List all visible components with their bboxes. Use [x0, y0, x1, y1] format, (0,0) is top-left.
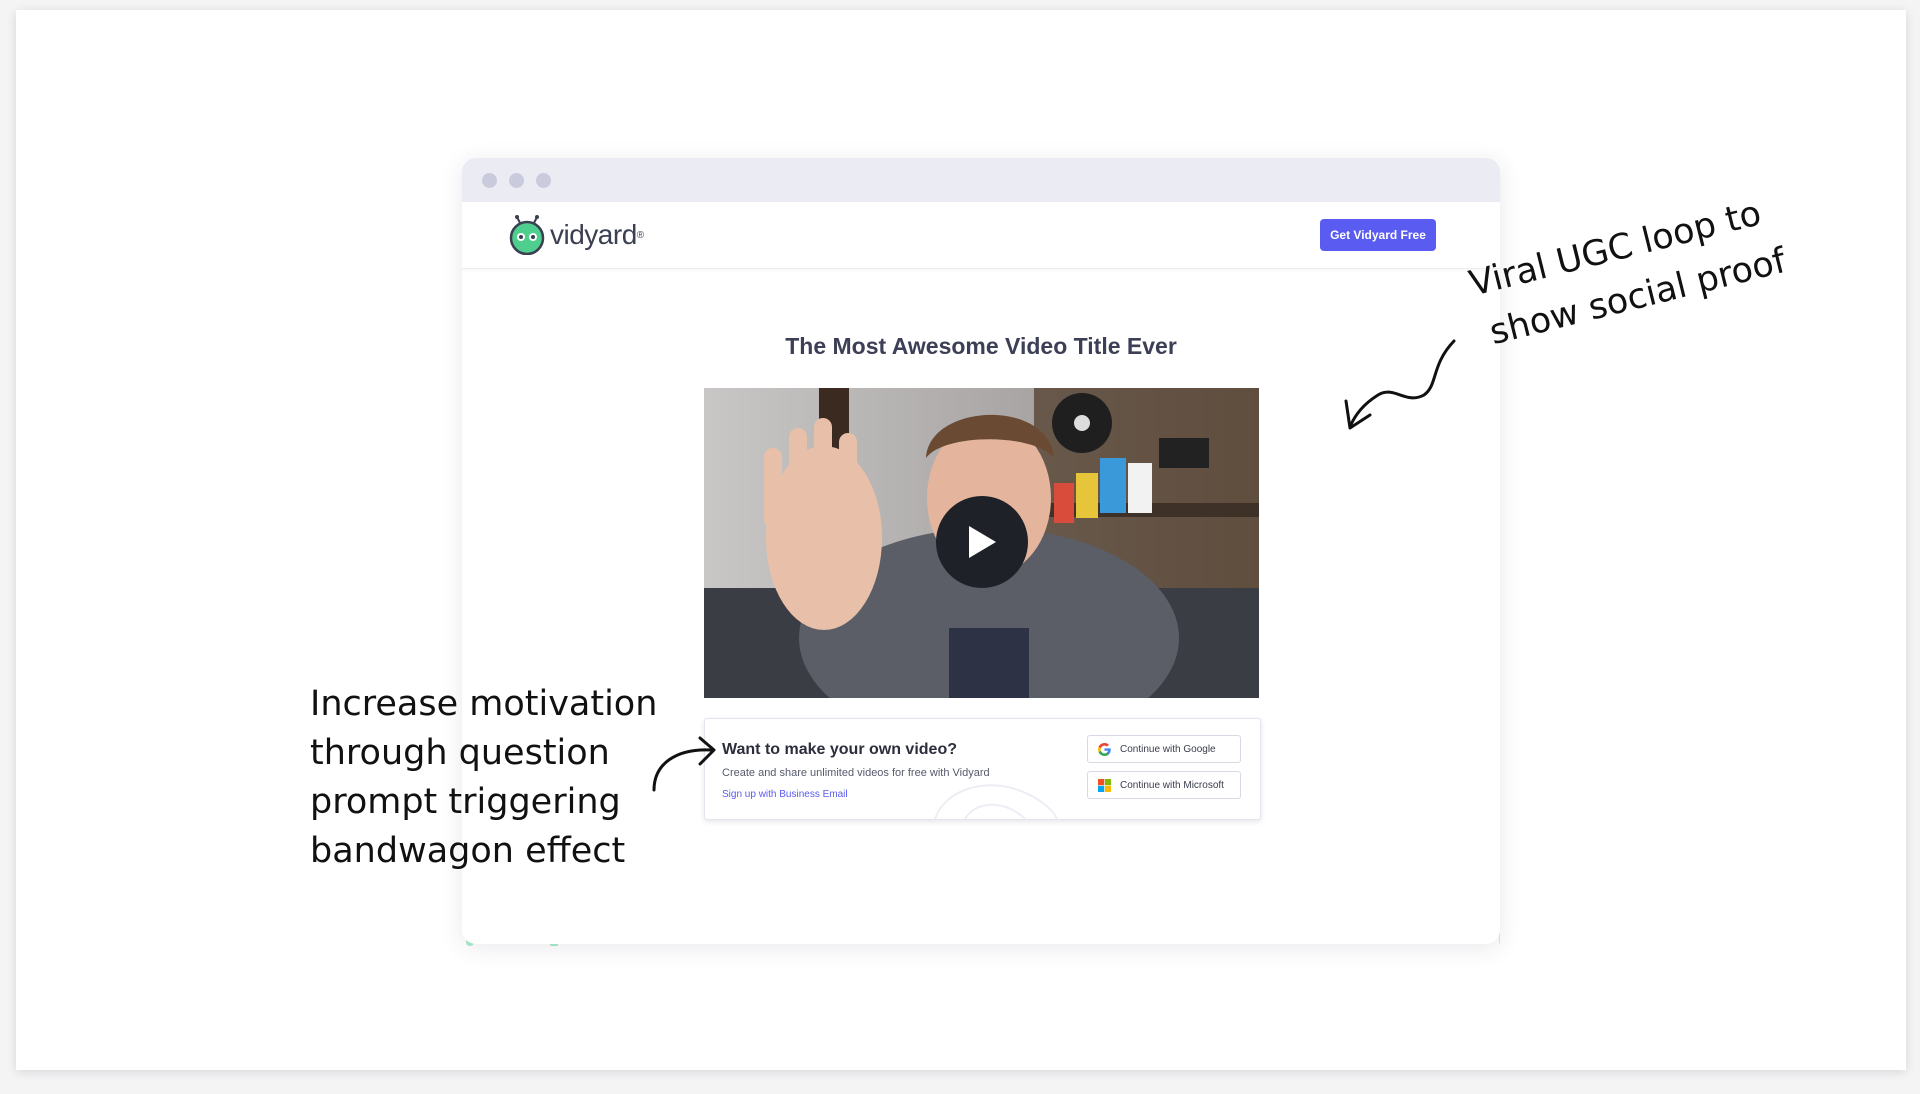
annotation-bandwagon: Increase motivation through question pro… [310, 680, 657, 876]
signup-prompt: Want to make your own video? Create and … [704, 718, 1261, 820]
annotation-line: Increase motivation [310, 684, 658, 724]
prompt-decoration [934, 784, 1058, 819]
window-dot [536, 173, 551, 188]
video-player[interactable] [704, 388, 1259, 698]
registered-mark: ® [636, 229, 645, 241]
arrow-left-annotation [652, 736, 716, 792]
get-vidyard-free-button[interactable]: Get Vidyard Free [1320, 219, 1436, 251]
site-header: vidyard ® Get Vidyard Free [462, 202, 1500, 269]
window-dot [482, 173, 497, 188]
google-icon [1098, 742, 1111, 756]
slide-card: vidyard ® Get Vidyard Free The Most Awes… [16, 10, 1906, 1070]
google-button-label: Continue with Google [1120, 743, 1216, 755]
annotation-viral-ugc: Viral UGC loop to show social proof [1464, 185, 1791, 361]
window-dot [509, 173, 524, 188]
play-icon [969, 526, 996, 558]
microsoft-icon [1098, 778, 1111, 792]
continue-with-microsoft-button[interactable]: Continue with Microsoft [1087, 771, 1241, 799]
browser-titlebar [462, 158, 1500, 202]
vidyard-logo-icon [509, 215, 545, 255]
logo-wordmark: vidyard [550, 219, 637, 250]
microsoft-button-label: Continue with Microsoft [1120, 779, 1224, 791]
prompt-heading: Want to make your own video? [722, 741, 957, 758]
annotation-line: through question [310, 733, 610, 773]
play-button[interactable] [936, 496, 1028, 588]
annotation-line: prompt triggering [310, 782, 621, 822]
vidyard-logo[interactable]: vidyard ® [508, 215, 644, 255]
annotation-line: bandwagon effect [310, 831, 626, 871]
continue-with-google-button[interactable]: Continue with Google [1087, 735, 1241, 763]
business-email-signup-link[interactable]: Sign up with Business Email [722, 789, 848, 800]
prompt-subtext: Create and share unlimited videos for fr… [722, 767, 990, 779]
arrow-right-annotation [1344, 339, 1456, 430]
